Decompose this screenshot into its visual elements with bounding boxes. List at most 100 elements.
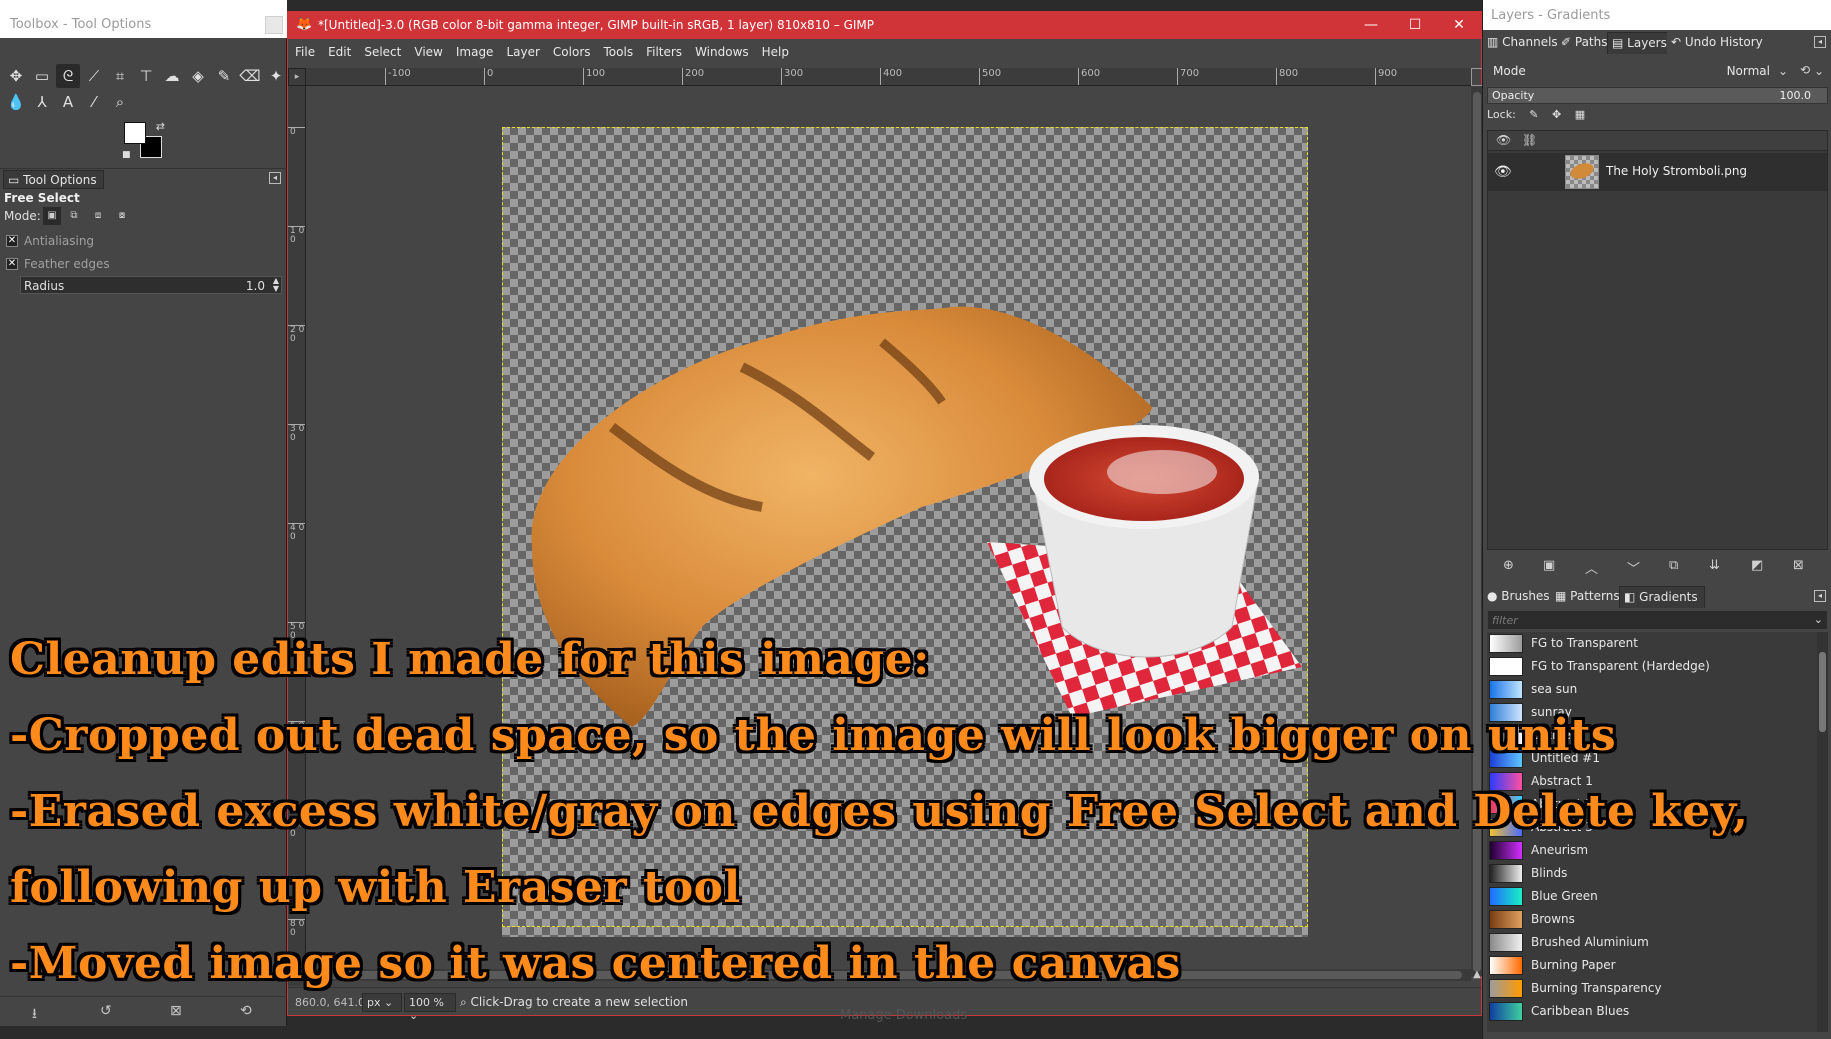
fuzzy-select-tool-icon[interactable]: ⟋ — [82, 64, 106, 88]
warp-tool-icon[interactable]: ☁ — [160, 64, 184, 88]
gradient-item[interactable]: FG to Transparent — [1487, 632, 1817, 655]
tab-patterns[interactable]: ▦ Patterns — [1551, 586, 1626, 608]
menu-layer[interactable]: Layer — [499, 39, 545, 59]
filter-chevron-icon[interactable]: ⌄ — [1814, 613, 1823, 626]
gradient-item[interactable]: Aneurism — [1487, 839, 1817, 862]
layer-row[interactable]: 👁 The Holy Stromboli.png — [1488, 153, 1827, 191]
menu-filters[interactable]: Filters — [639, 39, 688, 59]
mode-chevron-icon[interactable]: ⌄ — [1778, 64, 1788, 78]
ruler-corner-icon[interactable]: ▸ — [288, 68, 306, 86]
color-picker-tool-icon[interactable]: ⁄ — [82, 90, 106, 114]
gradient-item[interactable]: FG to Transparent (Hardedge) — [1487, 655, 1817, 678]
close-button[interactable]: ✕ — [1437, 14, 1481, 38]
menu-colors[interactable]: Colors — [546, 39, 597, 59]
zoom-select[interactable]: 100 % ⌄ — [404, 993, 456, 1022]
gradient-item[interactable]: Brushed Aluminium — [1487, 931, 1817, 954]
dock-bottom-menu-icon[interactable]: ◂ — [1814, 590, 1826, 602]
duplicate-layer-icon[interactable]: ⧉ — [1669, 558, 1678, 573]
tab-brushes[interactable]: ● Brushes — [1483, 586, 1556, 608]
feather-checkbox[interactable]: ✕ — [6, 258, 18, 270]
gradient-item[interactable]: sea sun — [1487, 678, 1817, 701]
eye-icon[interactable]: 👁 — [1494, 164, 1512, 180]
gradient-item[interactable]: Burning Paper — [1487, 954, 1817, 977]
paths-tool-icon[interactable]: ⅄ — [30, 90, 54, 114]
gradient-item[interactable]: Caribbean Blues — [1487, 1000, 1817, 1023]
bucket-fill-tool-icon[interactable]: ◈ — [186, 64, 210, 88]
vertical-ruler[interactable]: 0 1 0 0 2 0 0 3 0 0 4 0 0 5 0 0 6 0 0 7 … — [288, 86, 306, 986]
merge-layer-icon[interactable]: ⇊ — [1709, 558, 1720, 573]
toolbox-close-button[interactable] — [265, 16, 283, 34]
new-group-icon[interactable]: ▣ — [1543, 558, 1555, 573]
reset-options-icon[interactable]: ⟲ — [240, 1003, 252, 1019]
radius-field[interactable]: Radius 1.0 ▲ ▼ — [20, 276, 282, 294]
canvas-area[interactable] — [306, 86, 1471, 986]
gradient-scroll-thumb[interactable] — [1819, 652, 1826, 732]
mode-more-icon[interactable]: ⌄ — [1814, 64, 1824, 78]
raise-layer-icon[interactable]: ︿ — [1585, 558, 1598, 577]
mode-replace-icon[interactable]: ▣ — [43, 207, 61, 225]
transform-tool-icon[interactable]: ⊤ — [134, 64, 158, 88]
eraser-tool-icon[interactable]: ⌫ — [238, 64, 262, 88]
lock-pixels-icon[interactable]: ✎ — [1529, 108, 1538, 121]
text-tool-icon[interactable]: A — [56, 90, 80, 114]
menu-image[interactable]: Image — [449, 39, 500, 59]
tab-layers[interactable]: ▤ Layers — [1607, 32, 1674, 54]
save-options-icon[interactable]: ⭳ — [32, 1003, 37, 1027]
tab-undo-history[interactable]: ↶ Undo History — [1667, 32, 1769, 54]
fg-bg-colors[interactable]: ⇄ ■ — [122, 120, 167, 160]
menu-select[interactable]: Select — [357, 39, 407, 59]
mode-reset-icon[interactable]: ⟲ — [1800, 63, 1810, 77]
swap-colors-icon[interactable]: ⇄ — [156, 120, 165, 133]
tab-channels[interactable]: ▥ Channels — [1483, 32, 1564, 54]
vertical-scroll-thumb[interactable] — [1473, 92, 1481, 972]
delete-layer-icon[interactable]: ⊠ — [1793, 558, 1804, 573]
mode-add-icon[interactable]: ⧉ — [65, 207, 83, 225]
tab-tool-options[interactable]: ▭ Tool Options — [3, 170, 104, 189]
tab-menu-icon[interactable]: ◂ — [269, 172, 281, 184]
lock-position-icon[interactable]: ✥ — [1552, 108, 1561, 121]
lock-alpha-icon[interactable]: ▦ — [1575, 108, 1585, 121]
menu-file[interactable]: File — [288, 39, 321, 59]
gradient-item[interactable]: Blinds — [1487, 862, 1817, 885]
mask-layer-icon[interactable]: ◩ — [1751, 558, 1763, 573]
horizontal-ruler[interactable]: -100 0 100 200 300 400 500 600 700 800 9… — [306, 68, 1471, 86]
radius-spinner-icon[interactable]: ▲ ▼ — [273, 277, 279, 293]
menu-edit[interactable]: Edit — [321, 39, 357, 59]
mode-intersect-icon[interactable]: ⧇ — [113, 207, 131, 225]
lower-layer-icon[interactable]: ﹀ — [1627, 558, 1640, 577]
free-select-tool-icon[interactable]: ᘓ — [56, 64, 80, 88]
menu-help[interactable]: Help — [755, 39, 795, 59]
rect-select-tool-icon[interactable]: ▭ — [30, 64, 54, 88]
foreground-color[interactable] — [124, 122, 146, 144]
gradient-item[interactable]: Browns — [1487, 908, 1817, 931]
menu-tools[interactable]: Tools — [597, 39, 640, 59]
unit-select[interactable]: px ⌄ — [362, 993, 402, 1012]
tab-gradients[interactable]: ◧ Gradients — [1619, 586, 1705, 608]
gradient-item[interactable]: Blue Green — [1487, 885, 1817, 908]
gradient-item[interactable]: Burning Transparency — [1487, 977, 1817, 1000]
mode-subtract-icon[interactable]: ⧈ — [89, 207, 107, 225]
minimize-button[interactable]: — — [1349, 14, 1393, 38]
restore-options-icon[interactable]: ↺ — [100, 1003, 112, 1019]
maximize-button[interactable]: ☐ — [1393, 14, 1437, 38]
layer-mode-value[interactable]: Normal — [1727, 64, 1770, 78]
menu-windows[interactable]: Windows — [688, 39, 755, 59]
smudge-tool-icon[interactable]: 💧 — [4, 90, 28, 114]
zoom-tool-icon[interactable]: ⌕ — [108, 90, 132, 114]
antialiasing-checkbox[interactable]: ✕ — [6, 235, 18, 247]
move-tool-icon[interactable]: ✥ — [4, 64, 28, 88]
layer-mode-row[interactable]: Mode Normal ⌄ ⟲ ⌄ — [1487, 60, 1828, 82]
delete-options-icon[interactable]: ⊠ — [170, 1003, 182, 1019]
tab-paths[interactable]: ✐ Paths — [1557, 32, 1614, 54]
default-colors-icon[interactable]: ■ — [122, 150, 131, 160]
paintbrush-tool-icon[interactable]: ✎ — [212, 64, 236, 88]
new-layer-icon[interactable]: ⊕ — [1503, 558, 1514, 573]
gradient-scrollbar[interactable] — [1817, 632, 1828, 1032]
gradient-filter[interactable]: filter ⌄ — [1487, 610, 1828, 630]
dock-tab-menu-icon[interactable]: ◂ — [1814, 36, 1826, 48]
clone-tool-icon[interactable]: ✦ — [264, 64, 288, 88]
layer-name[interactable]: The Holy Stromboli.png — [1606, 164, 1747, 178]
menu-view[interactable]: View — [407, 39, 448, 59]
opacity-slider[interactable]: Opacity 100.0 — [1487, 87, 1828, 104]
crop-tool-icon[interactable]: ⌗ — [108, 64, 132, 88]
